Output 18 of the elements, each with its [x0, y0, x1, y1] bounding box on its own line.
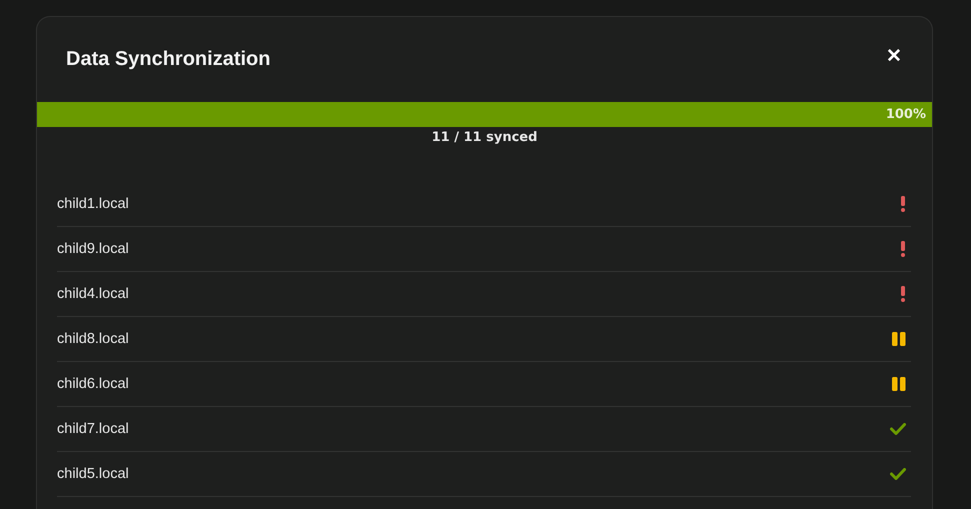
host-name: child7.local — [57, 421, 129, 437]
host-name: child8.local — [57, 331, 129, 347]
pause-icon — [892, 332, 906, 346]
check-icon — [890, 468, 906, 480]
check-icon — [890, 423, 906, 435]
exclamation-icon — [900, 286, 906, 302]
progress-percent: 100% — [886, 107, 926, 122]
exclamation-icon — [900, 241, 906, 257]
close-button[interactable]: ✕ — [886, 44, 902, 68]
pause-icon — [892, 377, 906, 391]
host-name: child6.local — [57, 376, 129, 392]
host-name: child4.local — [57, 286, 129, 302]
host-name: child9.local — [57, 241, 129, 257]
dialog-title: Data Synchronization — [66, 48, 270, 71]
sync-summary: 11 / 11 synced — [432, 130, 538, 145]
host-name: child5.local — [57, 466, 129, 482]
exclamation-icon — [900, 196, 906, 212]
host-name: child1.local — [57, 196, 129, 212]
